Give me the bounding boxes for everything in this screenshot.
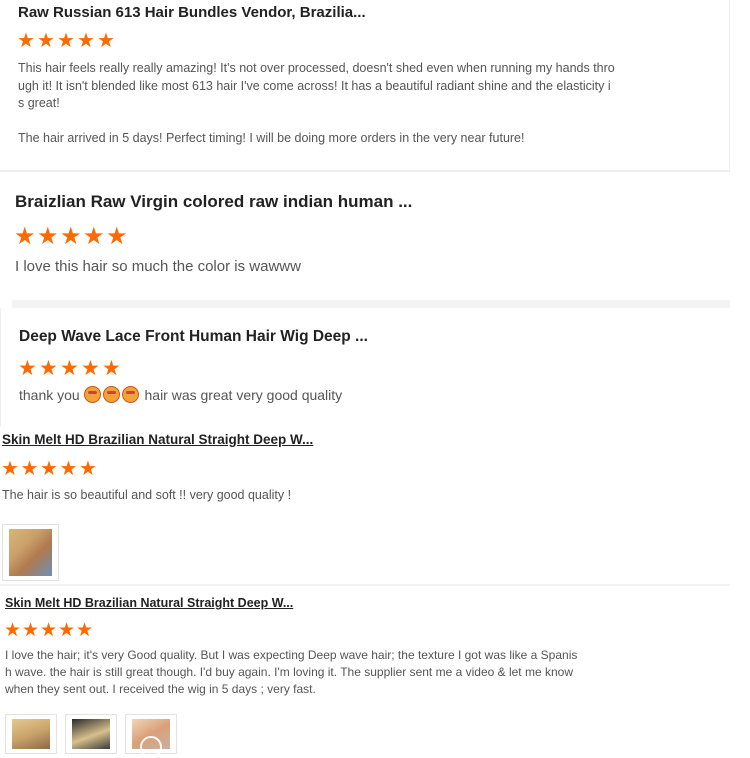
star-icon: ★ (60, 223, 82, 250)
heart-eyes-emoji-icon (121, 386, 139, 403)
star-icon: ★ (77, 30, 95, 52)
star-icon: ★ (60, 357, 79, 380)
star-icon: ★ (58, 620, 76, 641)
star-rating: ★ ★ ★ ★ ★ (4, 621, 94, 640)
review-photo (12, 719, 50, 749)
star-icon: ★ (4, 620, 22, 641)
heart-eyes-emoji-icon (83, 386, 101, 403)
review-text-suffix: hair was great very good quality (144, 387, 343, 403)
review-card-3: Deep Wave Lace Front Human Hair Wig Deep… (0, 308, 730, 426)
star-icon: ★ (97, 30, 115, 52)
star-icon: ★ (37, 223, 59, 250)
star-icon: ★ (1, 458, 19, 480)
product-title[interactable]: Braizlian Raw Virgin colored raw indian … (15, 192, 412, 212)
star-icon: ★ (76, 620, 94, 641)
star-rating: ★ ★ ★ ★ ★ (1, 459, 99, 479)
review-card-5: Skin Melt HD Brazilian Natural Straight … (0, 586, 730, 758)
review-text: I love the hair; it's very Good quality.… (5, 648, 578, 696)
play-icon[interactable] (140, 735, 162, 758)
review-photo-thumbnail[interactable] (65, 714, 117, 754)
review-card-1: Raw Russian 613 Hair Bundles Vendor, Bra… (0, 0, 730, 170)
star-icon: ★ (59, 458, 78, 480)
review-photo-thumbnail[interactable] (5, 714, 57, 754)
product-title-link[interactable]: Skin Melt HD Brazilian Natural Straight … (2, 432, 313, 447)
review-text: The hair is so beautiful and soft !! ver… (2, 488, 292, 502)
review-photo (9, 529, 52, 576)
review-video-thumbnail[interactable] (125, 714, 177, 758)
review-text-prefix: thank you (19, 387, 80, 403)
star-icon: ★ (14, 223, 36, 250)
star-icon: ★ (79, 458, 97, 480)
star-icon: ★ (83, 223, 105, 250)
review-photo-thumbnail[interactable] (2, 524, 59, 581)
star-icon: ★ (22, 620, 40, 641)
divider (12, 300, 730, 308)
product-title-link[interactable]: Skin Melt HD Brazilian Natural Straight … (5, 596, 293, 610)
star-icon: ★ (40, 458, 58, 480)
review-text: This hair feels really really amazing! I… (18, 61, 615, 145)
star-icon: ★ (20, 458, 39, 480)
review-text: thank you hair was great very good quali… (19, 386, 342, 403)
star-icon: ★ (81, 357, 100, 380)
star-icon: ★ (37, 30, 55, 52)
star-rating: ★ ★ ★ ★ ★ (18, 358, 123, 379)
star-icon: ★ (102, 357, 121, 380)
review-photo (72, 719, 110, 749)
star-icon: ★ (17, 30, 35, 52)
review-card-4: Skin Melt HD Brazilian Natural Straight … (0, 426, 730, 584)
star-icon: ★ (18, 357, 37, 380)
star-icon: ★ (106, 223, 128, 250)
review-card-2: Braizlian Raw Virgin colored raw indian … (0, 172, 730, 300)
heart-eyes-emoji-icon (102, 386, 120, 403)
star-icon: ★ (40, 620, 58, 641)
star-icon: ★ (57, 30, 75, 52)
star-rating: ★ ★ ★ ★ ★ (17, 31, 117, 51)
star-rating: ★ ★ ★ ★ ★ (14, 225, 129, 249)
product-title[interactable]: Deep Wave Lace Front Human Hair Wig Deep… (19, 328, 368, 346)
star-icon: ★ (39, 357, 58, 380)
review-text: I love this hair so much the color is wa… (15, 258, 301, 275)
product-title[interactable]: Raw Russian 613 Hair Bundles Vendor, Bra… (18, 4, 366, 21)
